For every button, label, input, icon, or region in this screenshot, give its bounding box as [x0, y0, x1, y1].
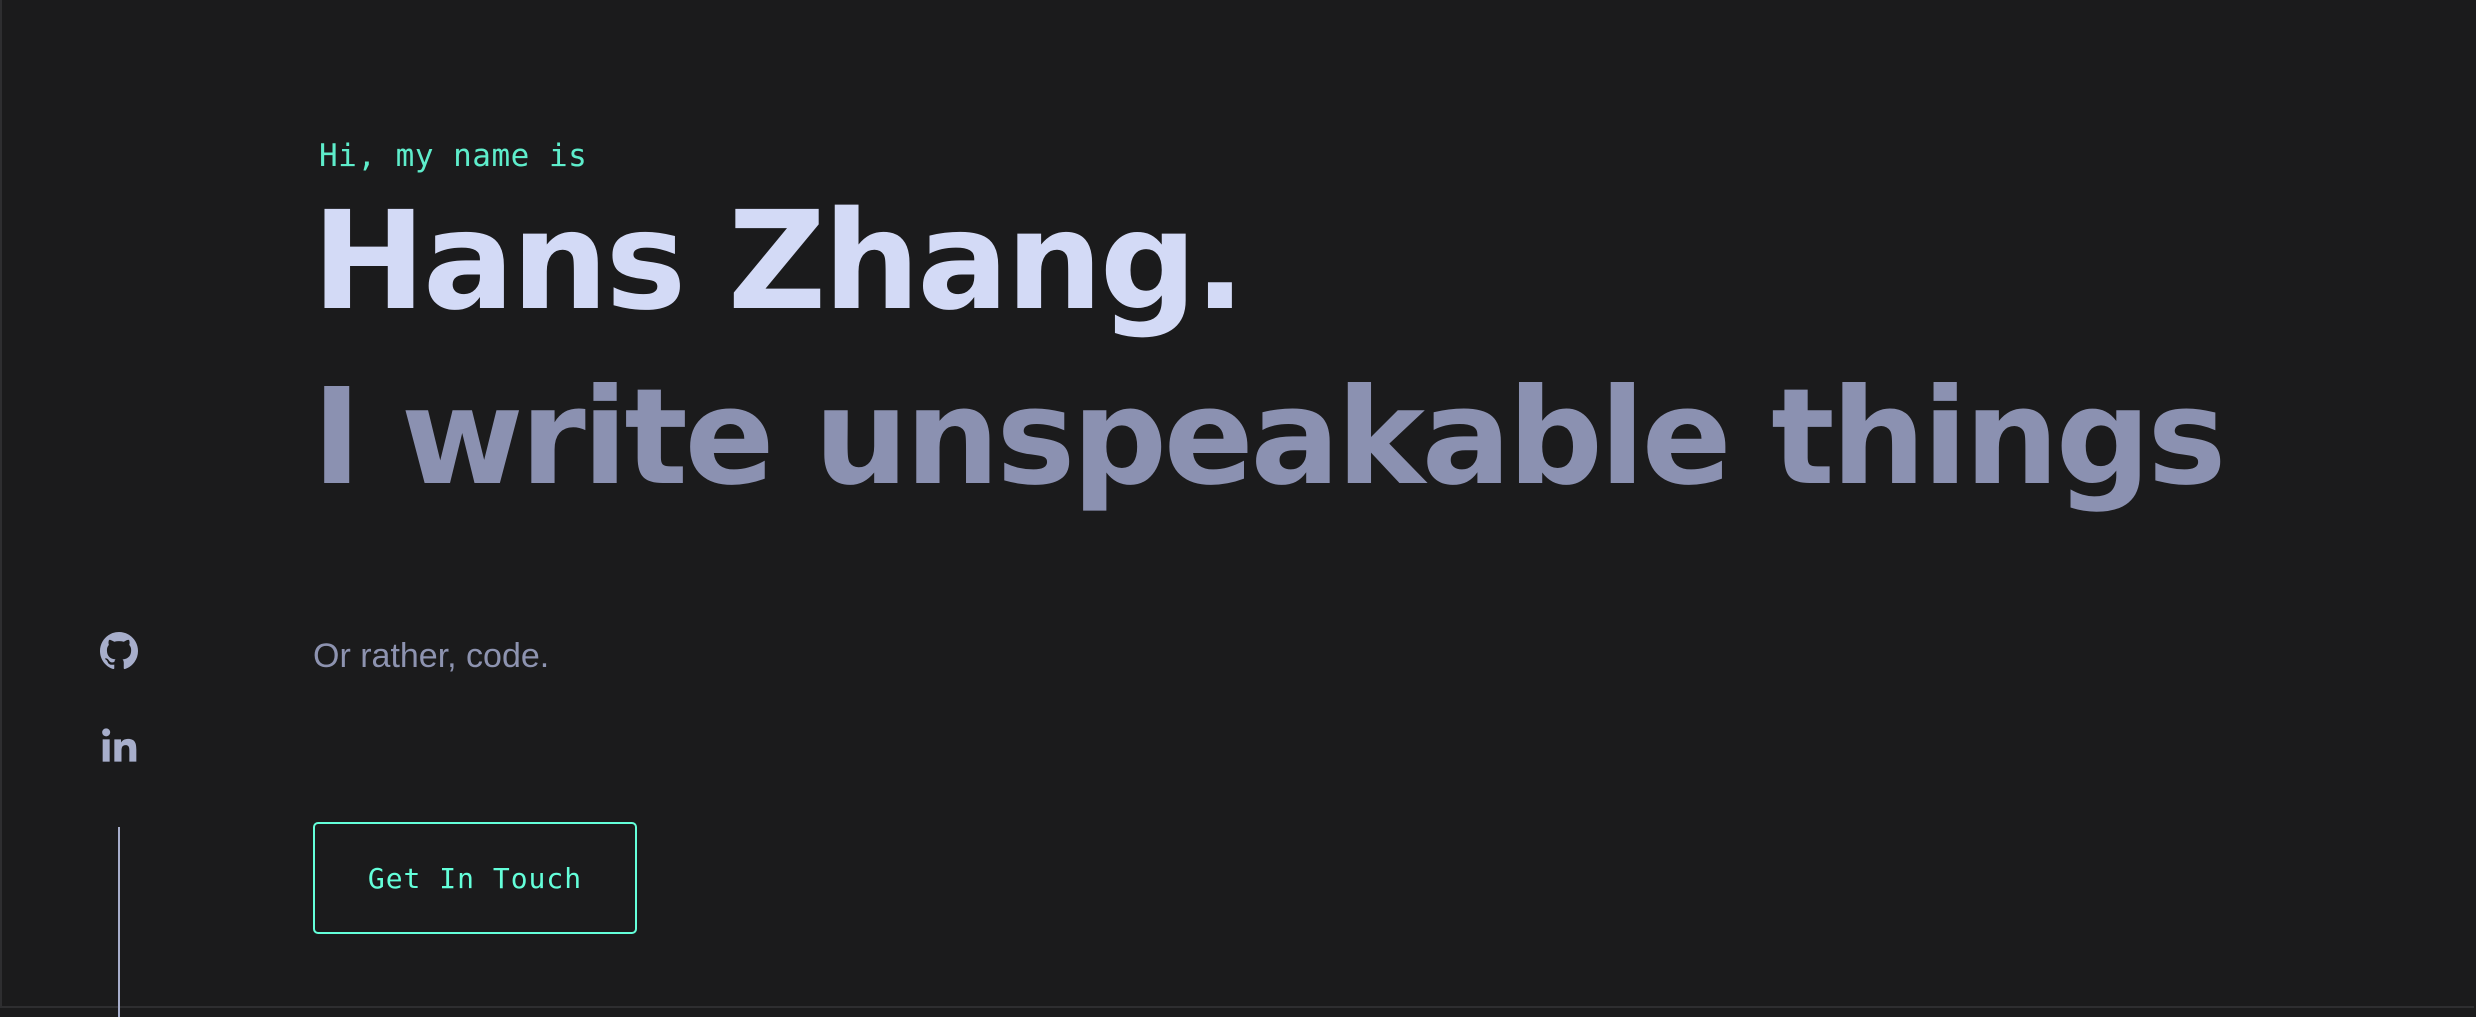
linkedin-link[interactable] — [96, 722, 142, 768]
github-link[interactable] — [96, 628, 142, 674]
hero-name: Hans Zhang. — [312, 183, 1246, 341]
greeting-text: Hi, my name is — [319, 138, 588, 174]
github-icon — [100, 632, 138, 670]
social-divider-line — [118, 827, 120, 1017]
hero-tagline: I write unspeakable things — [312, 361, 2227, 515]
linkedin-icon — [102, 728, 137, 762]
hero-subtitle: Or rather, code. — [313, 637, 550, 675]
get-in-touch-button[interactable]: Get In Touch — [313, 822, 637, 934]
